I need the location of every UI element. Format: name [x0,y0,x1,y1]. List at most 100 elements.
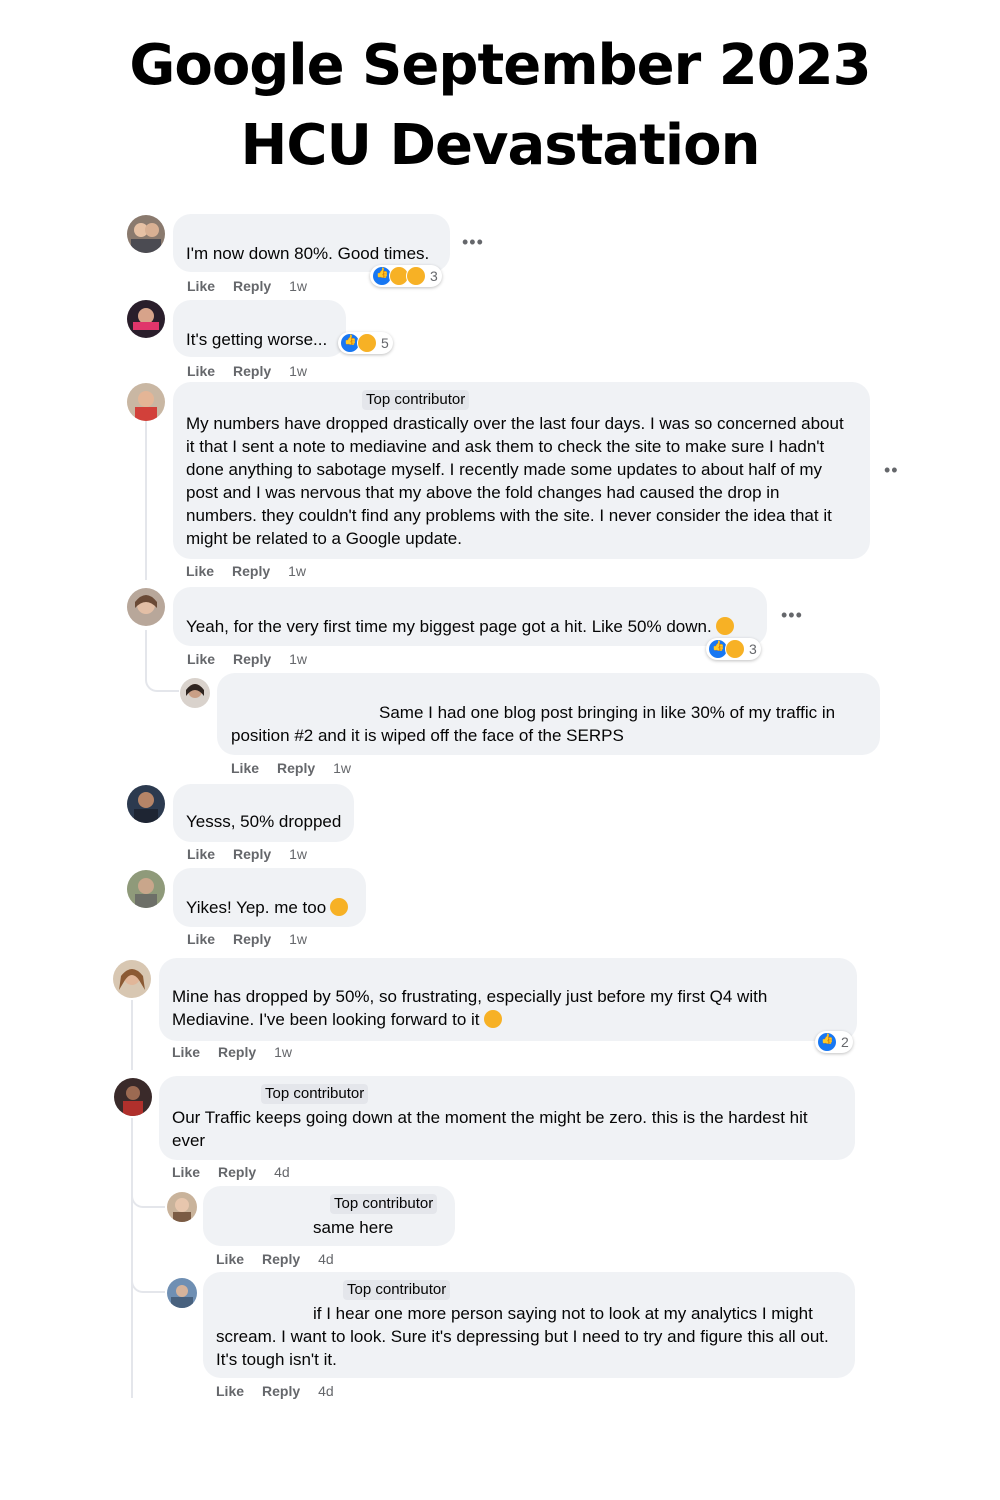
avatar[interactable] [113,960,151,998]
avatar[interactable] [127,588,165,626]
reply-button[interactable]: Reply [262,1250,300,1268]
reaction-summary[interactable]: 5 [338,332,393,354]
care-reaction-icon [725,639,745,659]
reply-button[interactable]: Reply [233,930,271,948]
like-button[interactable]: Like [187,362,215,380]
thread-connector [145,660,179,692]
like-button[interactable]: Like [216,1250,244,1268]
comment-text: same here [313,1218,394,1237]
more-options-icon[interactable]: •• [884,460,899,481]
like-button[interactable]: Like [172,1163,200,1181]
comment-line: Same I had one blog post bringing in lik… [379,703,836,722]
sad-reaction-icon [406,266,426,286]
top-contributor-badge: Top contributor [343,1280,451,1300]
comment-actions: Like Reply 1w [231,759,351,777]
avatar[interactable] [167,1278,197,1308]
reply-button[interactable]: Reply [233,277,271,295]
like-button[interactable]: Like [187,845,215,863]
comment-bubble: Yeah, for the very first time my biggest… [173,587,767,646]
avatar[interactable] [114,1078,152,1116]
reply-button[interactable]: Reply [218,1163,256,1181]
comment-line: numbers. they couldn't find any problems… [186,506,832,525]
page-headline: Google September 2023 HCU Devastation [0,26,1000,186]
reply-button[interactable]: Reply [232,562,270,580]
avatar[interactable] [127,300,165,338]
like-button[interactable]: Like [216,1382,244,1400]
comment-line: position #2 and it is wiped off the face… [231,726,624,745]
comment-bubble: Top contributor same here [203,1186,455,1246]
headline-line-1: Google September 2023 [129,33,871,98]
comment-line: Mine has dropped by 50%, so frustrating,… [172,987,768,1006]
like-button[interactable]: Like [187,930,215,948]
comment-line: might be related to a Google update. [186,529,462,548]
avatar[interactable] [127,785,165,823]
like-button[interactable]: Like [186,562,214,580]
pleading-emoji-icon [715,617,734,635]
timestamp: 1w [289,931,308,947]
reply-button[interactable]: Reply [233,650,271,668]
comment-bubble: Top contributor if I hear one more perso… [203,1272,855,1378]
reply-button[interactable]: Reply [277,759,315,777]
timestamp: 4d [318,1383,334,1399]
avatar[interactable] [180,678,210,708]
avatar[interactable] [127,383,165,421]
comment-line: post and I was nervous that my above the… [186,483,780,502]
comment-text: It's getting worse... [186,330,328,349]
comment-line: Our Traffic keeps going down at the mome… [172,1108,808,1127]
comment-text: I'm now down 80%. Good times. [186,244,430,263]
top-contributor-badge: Top contributor [261,1084,369,1104]
pleading-emoji-icon [483,1010,502,1028]
comment-actions: Like Reply 1w [187,277,307,295]
thread-line [145,420,147,580]
timestamp: 1w [289,363,308,379]
reply-button[interactable]: Reply [233,362,271,380]
reaction-summary[interactable]: 2 [815,1031,853,1053]
avatar[interactable] [167,1192,197,1222]
more-options-icon[interactable]: ••• [781,605,803,626]
comment-bubble: I'm now down 80%. Good times. [173,214,450,272]
comment-line: Mediavine. I've been looking forward to … [172,1010,480,1029]
reply-button[interactable]: Reply [218,1043,256,1061]
reaction-summary[interactable]: 3 [706,638,761,660]
comment-line: done anything to sabotage myself. I rece… [186,460,822,479]
comment-bubble: Mine has dropped by 50%, so frustrating,… [159,958,857,1041]
comment-actions: Like Reply 4d [172,1163,290,1181]
comment-bubble: Same I had one blog post bringing in lik… [217,673,880,755]
comment-text: My numbers have dropped drastically over… [186,412,844,550]
comment-actions: Like Reply 1w [186,562,306,580]
comment-actions: Like Reply 4d [216,1250,334,1268]
comment-line: scream. I want to look. Sure it's depres… [216,1327,829,1346]
reaction-count: 5 [381,335,389,351]
comment-text: if I hear one more person saying not to … [216,1302,829,1371]
more-options-icon[interactable]: ••• [462,232,484,253]
reaction-count: 2 [841,1034,849,1050]
avatar[interactable] [127,870,165,908]
like-button[interactable]: Like [231,759,259,777]
comment-text: Yikes! Yep. me too [186,896,349,919]
comment-actions: Like Reply 1w [187,650,307,668]
timestamp: 1w [289,846,308,862]
timestamp: 4d [318,1251,334,1267]
comment-actions: Like Reply 1w [187,362,307,380]
top-contributor-badge: Top contributor [362,390,470,410]
timestamp: 1w [289,278,308,294]
thread-line [131,1000,133,1070]
like-reaction-icon [817,1032,837,1052]
comment-bubble: Yesss, 50% dropped [173,784,354,842]
comment-line: It's tough isn't it. [216,1350,337,1369]
avatar[interactable] [127,215,165,253]
comment-line: ever [172,1131,206,1150]
timestamp: 1w [333,760,352,776]
timestamp: 4d [274,1164,290,1180]
like-button[interactable]: Like [172,1043,200,1061]
reply-button[interactable]: Reply [233,845,271,863]
comment-line: Yeah, for the very first time my biggest… [186,617,712,636]
like-button[interactable]: Like [187,277,215,295]
comment-text: Mine has dropped by 50%, so frustrating,… [172,985,767,1031]
like-button[interactable]: Like [187,650,215,668]
reaction-count: 3 [430,268,438,284]
reply-button[interactable]: Reply [262,1382,300,1400]
comment-text: Our Traffic keeps going down at the mome… [172,1106,808,1152]
reaction-summary[interactable]: 3 [370,265,442,287]
comment-bubble: Yikes! Yep. me too [173,868,366,927]
